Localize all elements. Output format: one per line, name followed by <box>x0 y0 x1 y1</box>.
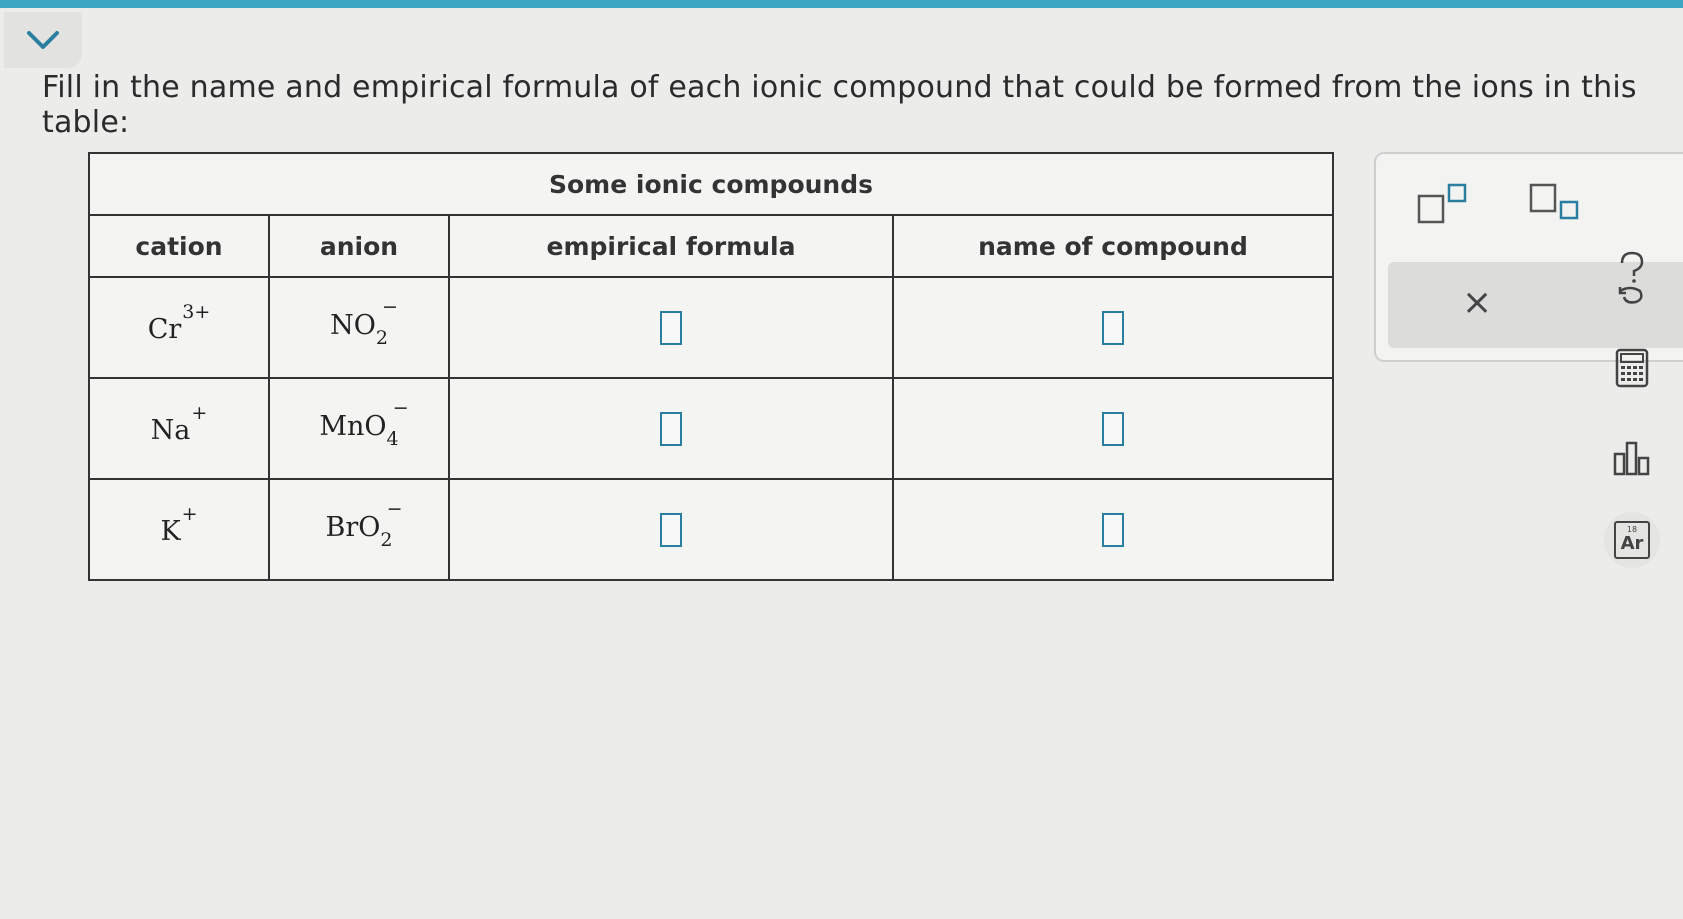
anion-ion: BrO2 − <box>325 498 403 551</box>
ion-subscript: 4 <box>386 428 399 451</box>
ion-subscript: 2 <box>380 529 393 552</box>
ion-symbol: BrO <box>325 511 381 543</box>
periodic-table-button[interactable]: 18 Ar <box>1604 512 1660 568</box>
name-cell <box>892 377 1334 480</box>
anion-cell: MnO4 − <box>268 377 450 480</box>
ionic-compounds-table: Some ionic compounds cation anion empiri… <box>88 152 1334 581</box>
anion-cell: NO2 − <box>268 276 450 379</box>
compound-name-input[interactable] <box>1102 512 1124 547</box>
periodic-symbol: Ar <box>1620 533 1644 554</box>
formula-cell <box>448 377 894 480</box>
name-cell <box>892 478 1334 581</box>
help-button[interactable] <box>1604 250 1660 306</box>
ion-charge: + <box>181 502 198 525</box>
anion-cell: BrO2 − <box>268 478 450 581</box>
top-bar <box>0 0 1683 8</box>
ion-symbol: Cr <box>147 313 182 345</box>
header-empirical-formula: empirical formula <box>448 214 894 278</box>
ion-symbol: NO <box>330 309 376 341</box>
empirical-formula-input[interactable] <box>660 310 682 345</box>
cation-cell: K+ <box>88 478 270 581</box>
cation-ion: Na+ <box>150 402 208 446</box>
anion-ion: NO2 − <box>330 296 398 349</box>
cation-ion: Cr3+ <box>147 301 211 345</box>
compound-name-input[interactable] <box>1102 310 1124 345</box>
table-row: Cr3+ NO2 − <box>88 276 1334 379</box>
ion-symbol: MnO <box>319 410 387 442</box>
ion-charge: 3+ <box>182 300 211 323</box>
calculator-icon <box>1615 348 1649 388</box>
ion-charge: + <box>191 401 208 424</box>
cation-cell: Na+ <box>88 377 270 480</box>
periodic-table-icon: 18 Ar <box>1614 521 1650 559</box>
superscript-button[interactable] <box>1416 182 1470 230</box>
empirical-formula-input[interactable] <box>660 411 682 446</box>
subscript-button[interactable] <box>1528 182 1582 230</box>
superscript-icon <box>1417 183 1467 224</box>
collapse-button[interactable] <box>4 12 82 68</box>
calculator-button[interactable] <box>1604 340 1660 396</box>
ion-symbol: Na <box>150 414 191 446</box>
clear-button[interactable]: × <box>1462 282 1492 323</box>
ion-charge: − <box>392 396 409 419</box>
ion-symbol: K <box>160 515 181 547</box>
table-row: K+ BrO2 − <box>88 478 1334 581</box>
cation-cell: Cr3+ <box>88 276 270 379</box>
ion-charge: − <box>386 497 403 520</box>
formula-cell <box>448 478 894 581</box>
data-button[interactable] <box>1604 430 1660 486</box>
table-title: Some ionic compounds <box>88 152 1334 216</box>
help-icon <box>1618 251 1644 304</box>
header-anion: anion <box>268 214 450 278</box>
header-name-of-compound: name of compound <box>892 214 1334 278</box>
ion-charge: − <box>382 295 398 318</box>
compound-name-input[interactable] <box>1102 411 1124 446</box>
anion-ion: MnO4 − <box>319 397 408 450</box>
table-row: Na+ MnO4 − <box>88 377 1334 480</box>
empirical-formula-input[interactable] <box>660 512 682 547</box>
chevron-down-icon <box>27 31 59 49</box>
subscript-icon <box>1529 183 1579 220</box>
name-cell <box>892 276 1334 379</box>
question-prompt: Fill in the name and empirical formula o… <box>42 70 1637 140</box>
chart-icon <box>1613 441 1650 476</box>
formula-cell <box>448 276 894 379</box>
header-cation: cation <box>88 214 270 278</box>
ion-subscript: 2 <box>375 327 388 350</box>
cation-ion: K+ <box>160 503 197 547</box>
